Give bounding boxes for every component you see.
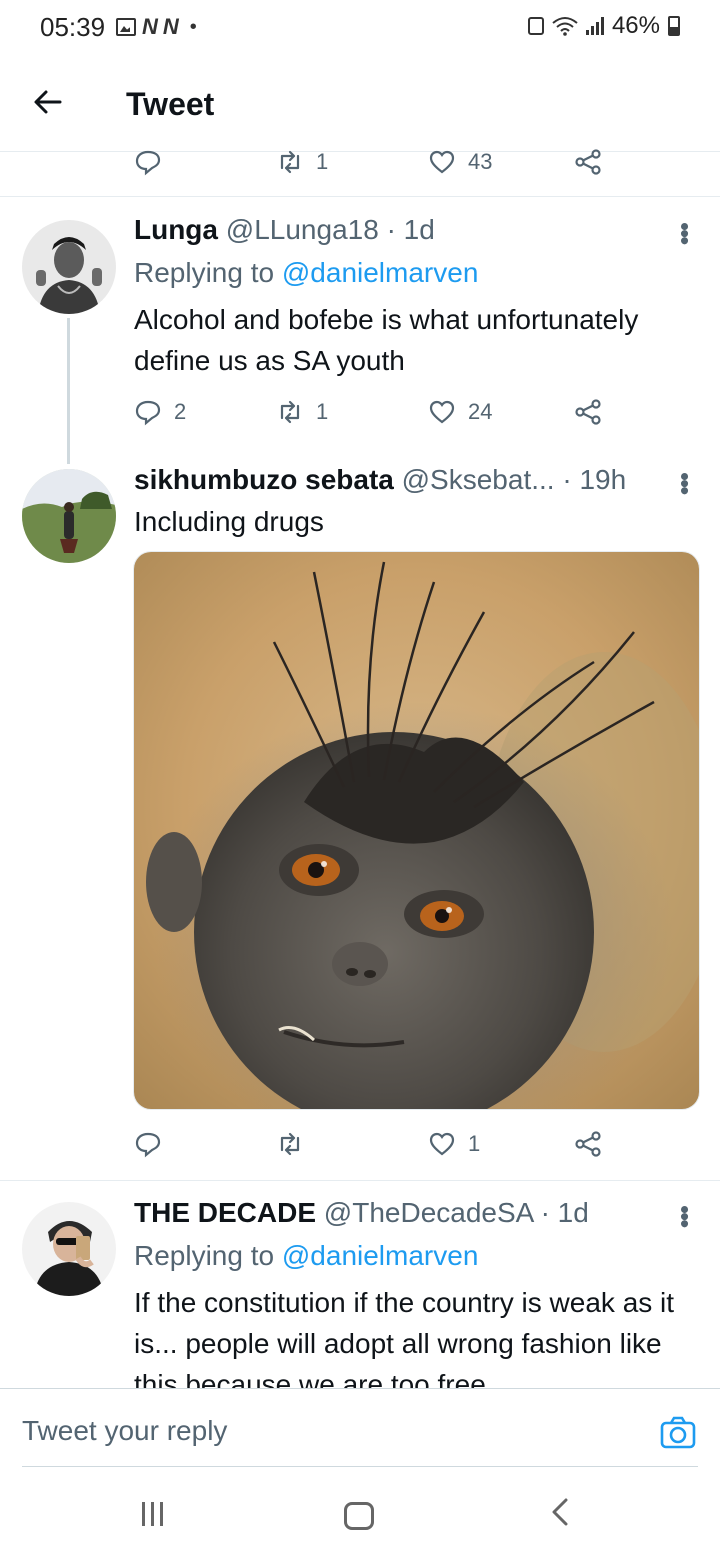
display-name[interactable]: Lunga: [134, 214, 218, 245]
share-icon: [575, 1131, 601, 1157]
tweet-header: Lunga @LLunga18 · 1d: [134, 214, 435, 246]
timestamp: · 1d: [540, 1197, 589, 1228]
divider: [0, 196, 720, 197]
main-tweet-actions: 1 43: [134, 142, 614, 182]
retweet-button[interactable]: 1: [276, 148, 328, 176]
back-icon[interactable]: [548, 1494, 572, 1539]
share-button[interactable]: [574, 1130, 602, 1158]
signal-icon: [585, 17, 604, 35]
mention-link[interactable]: @danielmarven: [282, 1240, 479, 1271]
arrow-left-icon[interactable]: [32, 86, 64, 124]
replying-to: Replying to @danielmarven: [134, 257, 478, 289]
tweet-actions: 1: [134, 1124, 614, 1164]
retweet-button[interactable]: [276, 1130, 304, 1158]
dot-icon: •: [189, 15, 197, 38]
n-icon: N: [162, 14, 179, 39]
handle: @LLunga18: [225, 214, 379, 245]
app-header: Tweet: [0, 58, 720, 152]
reply-icon: [135, 150, 161, 176]
retweet-count: 1: [316, 149, 329, 174]
avatar[interactable]: [22, 1202, 116, 1296]
replying-to: Replying to @danielmarven: [134, 1240, 478, 1272]
reply-input[interactable]: Tweet your reply: [22, 1415, 227, 1447]
retweet-count: 1: [316, 399, 329, 424]
retweet-icon: [280, 150, 300, 174]
more-options-icon[interactable]: •••: [670, 1205, 700, 1226]
divider: [22, 1466, 698, 1467]
more-options-icon[interactable]: •••: [670, 222, 700, 243]
home-icon[interactable]: [344, 1502, 374, 1530]
like-button[interactable]: 1: [428, 1130, 480, 1158]
page-title: Tweet: [126, 86, 215, 122]
reply-button[interactable]: [134, 148, 162, 176]
recent-apps-icon[interactable]: [142, 1502, 163, 1526]
reply-button[interactable]: [134, 1130, 162, 1158]
like-count: 1: [468, 1131, 481, 1156]
camera-icon[interactable]: [660, 1415, 696, 1451]
timestamp: · 1d: [386, 214, 435, 245]
wifi-icon: [552, 17, 578, 36]
timestamp: · 19h: [562, 464, 627, 495]
reply-icon: [135, 1132, 161, 1158]
heart-icon: [429, 400, 455, 424]
like-count: 24: [468, 399, 493, 424]
notification-icons: N N •: [116, 14, 197, 40]
display-name[interactable]: THE DECADE: [134, 1197, 316, 1228]
share-icon: [575, 399, 601, 425]
share-button[interactable]: [574, 398, 602, 426]
tweet-header: THE DECADE @TheDecadeSA · 1d: [134, 1197, 589, 1229]
heart-icon: [429, 150, 455, 174]
tweet-text: Alcohol and bofebe is what unfortunately…: [134, 304, 639, 376]
tweet-text: If the constitution if the country is we…: [134, 1287, 675, 1400]
like-button[interactable]: 24: [428, 398, 492, 426]
share-button[interactable]: [574, 148, 602, 176]
tweet-media-image[interactable]: [133, 551, 700, 1110]
system-icons: 46%: [527, 12, 680, 40]
system-nav-bar: [0, 1480, 720, 1560]
more-options-icon[interactable]: •••: [670, 472, 700, 493]
retweet-icon: [280, 400, 300, 424]
like-button[interactable]: 43: [428, 148, 492, 176]
tweet-text: Including drugs: [134, 506, 324, 537]
image-icon: [116, 18, 136, 36]
tweet-actions: 2 1 24: [134, 392, 614, 432]
status-bar: 05:39 N N • 46%: [0, 0, 720, 58]
handle: @TheDecadeSA: [323, 1197, 533, 1228]
reply-count: 2: [174, 399, 187, 424]
lock-icon: [527, 17, 544, 35]
avatar[interactable]: [22, 469, 116, 563]
retweet-button[interactable]: 1: [276, 398, 328, 426]
battery-percent: 46%: [611, 12, 660, 39]
reply-composer: Tweet your reply: [0, 1388, 720, 1468]
tweet-header: sikhumbuzo sebata @Sksebat... · 19h: [134, 464, 626, 496]
reply-button[interactable]: 2: [134, 398, 186, 426]
thread-line: [67, 318, 70, 464]
heart-icon: [429, 1132, 455, 1156]
replying-prefix: Replying to: [134, 1240, 275, 1271]
battery-icon: [668, 16, 680, 36]
divider: [0, 1180, 720, 1181]
handle: @Sksebat...: [401, 464, 555, 495]
retweet-icon: [280, 1132, 300, 1156]
reply-icon: [135, 400, 161, 426]
mention-link[interactable]: @danielmarven: [282, 257, 479, 288]
avatar[interactable]: [22, 220, 116, 314]
n-icon: N: [142, 14, 158, 39]
share-icon: [575, 149, 601, 175]
display-name[interactable]: sikhumbuzo sebata: [134, 464, 394, 495]
replying-prefix: Replying to: [134, 257, 275, 288]
like-count: 43: [468, 149, 493, 174]
status-time: 05:39: [40, 12, 106, 42]
